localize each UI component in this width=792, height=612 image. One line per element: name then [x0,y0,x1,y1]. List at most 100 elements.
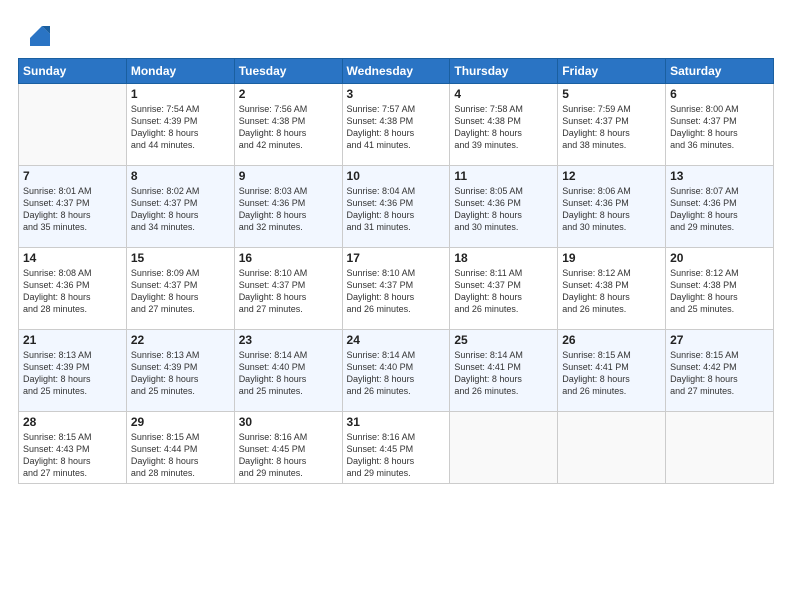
cell-info: Sunrise: 8:05 AMSunset: 4:36 PMDaylight:… [454,185,553,234]
day-number: 10 [347,169,446,183]
cell-info: Sunrise: 8:02 AMSunset: 4:37 PMDaylight:… [131,185,230,234]
calendar-cell: 25 Sunrise: 8:14 AMSunset: 4:41 PMDayligh… [450,330,558,412]
header-cell-tuesday: Tuesday [234,59,342,84]
day-number: 4 [454,87,553,101]
day-number: 19 [562,251,661,265]
calendar-cell: 10Sunrise: 8:04 AMSunset: 4:36 PMDayligh… [342,166,450,248]
day-number: 23 [239,333,338,347]
calendar-cell: 19 Sunrise: 8:12 AMSunset: 4:38 PMDayligh… [558,248,666,330]
cell-info: Sunrise: 8:09 AMSunset: 4:37 PMDaylight:… [131,267,230,316]
calendar-cell: 30 Sunrise: 8:16 AMSunset: 4:45 PMDayligh… [234,412,342,484]
header-cell-saturday: Saturday [666,59,774,84]
calendar-cell: 29Sunrise: 8:15 AMSunset: 4:44 PMDayligh… [126,412,234,484]
day-number: 27 [670,333,769,347]
week-row-2: 7Sunrise: 8:01 AMSunset: 4:37 PMDaylight… [19,166,774,248]
day-number: 24 [347,333,446,347]
calendar-cell: 3 Sunrise: 7:57 AMSunset: 4:38 PMDaylight… [342,84,450,166]
day-number: 21 [23,333,122,347]
day-number: 28 [23,415,122,429]
day-number: 26 [562,333,661,347]
cell-info: Sunrise: 8:10 AMSunset: 4:37 PMDaylight:… [347,267,446,316]
day-number: 30 [239,415,338,429]
calendar-cell: 26 Sunrise: 8:15 AMSunset: 4:41 PMDayligh… [558,330,666,412]
calendar-cell: 15 Sunrise: 8:09 AMSunset: 4:37 PMDayligh… [126,248,234,330]
week-row-1: 1 Sunrise: 7:54 AMSunset: 4:39 PMDaylight… [19,84,774,166]
cell-info: Sunrise: 8:08 AMSunset: 4:36 PMDaylight:… [23,267,122,316]
week-row-3: 14Sunrise: 8:08 AMSunset: 4:36 PMDayligh… [19,248,774,330]
day-number: 31 [347,415,446,429]
calendar-cell: 13 Sunrise: 8:07 AMSunset: 4:36 PMDayligh… [666,166,774,248]
cell-info: Sunrise: 7:57 AMSunset: 4:38 PMDaylight:… [347,103,446,152]
header-cell-friday: Friday [558,59,666,84]
calendar-cell: 31 Sunrise: 8:16 AMSunset: 4:45 PMDayligh… [342,412,450,484]
day-number: 20 [670,251,769,265]
page: SundayMondayTuesdayWednesdayThursdayFrid… [0,0,792,612]
cell-info: Sunrise: 8:16 AMSunset: 4:45 PMDaylight:… [347,431,446,480]
day-number: 25 [454,333,553,347]
header-cell-wednesday: Wednesday [342,59,450,84]
calendar-cell [19,84,127,166]
day-number: 2 [239,87,338,101]
cell-info: Sunrise: 8:14 AMSunset: 4:41 PMDaylight:… [454,349,553,398]
cell-info: Sunrise: 8:14 AMSunset: 4:40 PMDaylight:… [239,349,338,398]
day-number: 12 [562,169,661,183]
week-row-5: 28 Sunrise: 8:15 AMSunset: 4:43 PMDayligh… [19,412,774,484]
calendar-table: SundayMondayTuesdayWednesdayThursdayFrid… [18,58,774,484]
day-number: 1 [131,87,230,101]
calendar-cell [558,412,666,484]
day-number: 11 [454,169,553,183]
calendar-cell: 17 Sunrise: 8:10 AMSunset: 4:37 PMDayligh… [342,248,450,330]
day-number: 16 [239,251,338,265]
day-number: 5 [562,87,661,101]
cell-info: Sunrise: 8:16 AMSunset: 4:45 PMDaylight:… [239,431,338,480]
day-number: 13 [670,169,769,183]
calendar-cell: 20 Sunrise: 8:12 AMSunset: 4:38 PMDayligh… [666,248,774,330]
day-number: 17 [347,251,446,265]
calendar-cell: 6 Sunrise: 8:00 AMSunset: 4:37 PMDaylight… [666,84,774,166]
day-number: 8 [131,169,230,183]
day-number: 7 [23,169,122,183]
calendar-body: 1 Sunrise: 7:54 AMSunset: 4:39 PMDaylight… [19,84,774,484]
calendar-cell: 21Sunrise: 8:13 AMSunset: 4:39 PMDayligh… [19,330,127,412]
cell-info: Sunrise: 7:54 AMSunset: 4:39 PMDaylight:… [131,103,230,152]
calendar-cell: 12 Sunrise: 8:06 AMSunset: 4:36 PMDayligh… [558,166,666,248]
header-cell-sunday: Sunday [19,59,127,84]
calendar-cell [666,412,774,484]
cell-info: Sunrise: 8:14 AMSunset: 4:40 PMDaylight:… [347,349,446,398]
cell-info: Sunrise: 8:15 AMSunset: 4:43 PMDaylight:… [23,431,122,480]
cell-info: Sunrise: 8:12 AMSunset: 4:38 PMDaylight:… [562,267,661,316]
cell-info: Sunrise: 8:11 AMSunset: 4:37 PMDaylight:… [454,267,553,316]
cell-info: Sunrise: 8:06 AMSunset: 4:36 PMDaylight:… [562,185,661,234]
cell-info: Sunrise: 8:00 AMSunset: 4:37 PMDaylight:… [670,103,769,152]
cell-info: Sunrise: 8:15 AMSunset: 4:44 PMDaylight:… [131,431,230,480]
header [18,18,774,46]
calendar-header: SundayMondayTuesdayWednesdayThursdayFrid… [19,59,774,84]
day-number: 15 [131,251,230,265]
cell-info: Sunrise: 8:15 AMSunset: 4:41 PMDaylight:… [562,349,661,398]
cell-info: Sunrise: 8:15 AMSunset: 4:42 PMDaylight:… [670,349,769,398]
calendar-cell: 18Sunrise: 8:11 AMSunset: 4:37 PMDayligh… [450,248,558,330]
week-row-4: 21Sunrise: 8:13 AMSunset: 4:39 PMDayligh… [19,330,774,412]
cell-info: Sunrise: 7:58 AMSunset: 4:38 PMDaylight:… [454,103,553,152]
calendar-cell: 8 Sunrise: 8:02 AMSunset: 4:37 PMDaylight… [126,166,234,248]
day-number: 6 [670,87,769,101]
header-cell-monday: Monday [126,59,234,84]
calendar-cell: 23 Sunrise: 8:14 AMSunset: 4:40 PMDayligh… [234,330,342,412]
cell-info: Sunrise: 7:56 AMSunset: 4:38 PMDaylight:… [239,103,338,152]
cell-info: Sunrise: 8:03 AMSunset: 4:36 PMDaylight:… [239,185,338,234]
cell-info: Sunrise: 8:12 AMSunset: 4:38 PMDaylight:… [670,267,769,316]
day-number: 3 [347,87,446,101]
calendar-cell: 5 Sunrise: 7:59 AMSunset: 4:37 PMDaylight… [558,84,666,166]
cell-info: Sunrise: 8:07 AMSunset: 4:36 PMDaylight:… [670,185,769,234]
calendar-cell: 14Sunrise: 8:08 AMSunset: 4:36 PMDayligh… [19,248,127,330]
calendar-cell: 11 Sunrise: 8:05 AMSunset: 4:36 PMDayligh… [450,166,558,248]
calendar-cell: 9Sunrise: 8:03 AMSunset: 4:36 PMDaylight… [234,166,342,248]
calendar-cell: 27 Sunrise: 8:15 AMSunset: 4:42 PMDayligh… [666,330,774,412]
day-number: 22 [131,333,230,347]
calendar-cell: 2 Sunrise: 7:56 AMSunset: 4:38 PMDaylight… [234,84,342,166]
calendar-cell: 24 Sunrise: 8:14 AMSunset: 4:40 PMDayligh… [342,330,450,412]
cell-info: Sunrise: 7:59 AMSunset: 4:37 PMDaylight:… [562,103,661,152]
calendar-cell: 22Sunrise: 8:13 AMSunset: 4:39 PMDayligh… [126,330,234,412]
calendar-cell: 28 Sunrise: 8:15 AMSunset: 4:43 PMDayligh… [19,412,127,484]
calendar-cell: 1 Sunrise: 7:54 AMSunset: 4:39 PMDaylight… [126,84,234,166]
